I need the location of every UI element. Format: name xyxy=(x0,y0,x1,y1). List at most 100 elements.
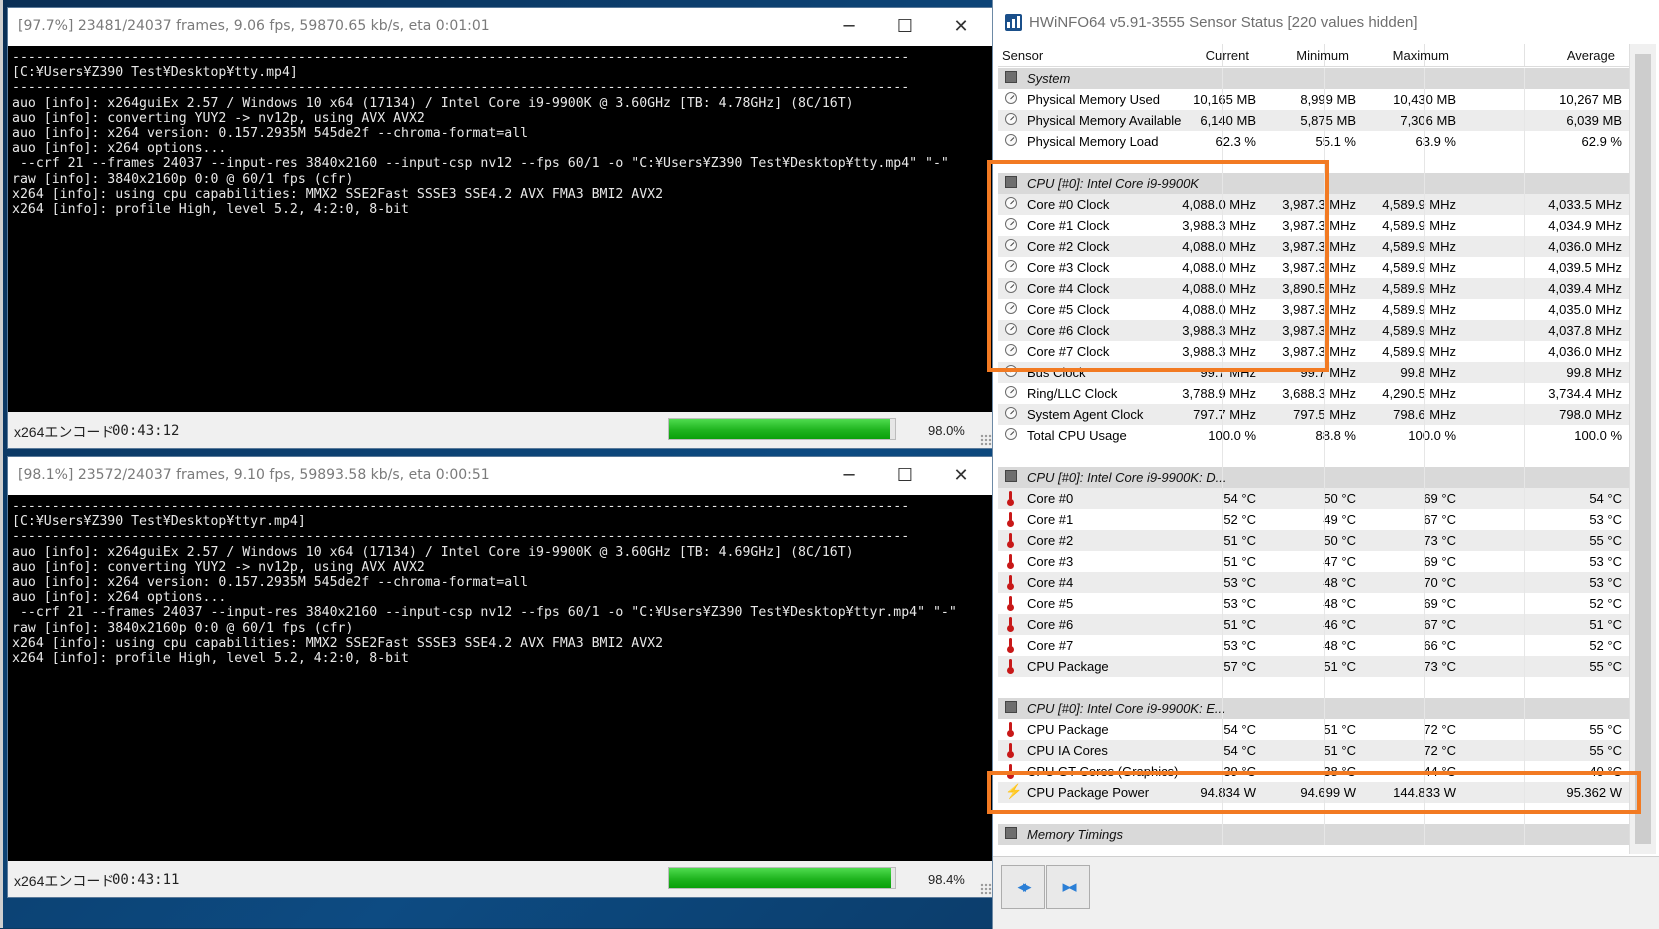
sensor-label: Core #6 Clock xyxy=(1027,323,1110,338)
sensor-row[interactable]: CPU IA Cores 54 °C 51 °C 72 °C 55 °C xyxy=(998,740,1629,761)
thermometer-icon xyxy=(1005,638,1017,653)
sensor-value: 54 °C xyxy=(1589,491,1622,506)
sensor-row[interactable]: Core #3 51 °C 47 °C 69 °C 53 °C xyxy=(998,551,1629,572)
sensor-group-header[interactable]: CPU [#0]: Intel Core i9-9900K: E... xyxy=(998,698,1629,719)
encoder-window-2[interactable]: [98.1%] 23572/24037 frames, 9.10 fps, 59… xyxy=(8,457,994,897)
progress-percent: 98.4% xyxy=(928,872,965,887)
sensor-value: 39 °C xyxy=(1223,764,1256,779)
sensor-value: 40 °C xyxy=(1589,764,1622,779)
sensor-row[interactable]: CPU Package 54 °C 51 °C 72 °C 55 °C xyxy=(998,719,1629,740)
sensor-label: CPU GT Cores (Graphics) xyxy=(1027,764,1179,779)
title-bar[interactable]: [98.1%] 23572/24037 frames, 9.10 fps, 59… xyxy=(8,457,994,495)
sensor-row[interactable]: Core #7 Clock 3,988.3 MHz 3,987.3 MHz 4,589… xyxy=(998,341,1629,362)
hwinfo-window[interactable]: HWiNFO64 v5.91-3555 Sensor Status [220 v… xyxy=(993,0,1659,929)
close-button[interactable]: ✕ xyxy=(938,8,984,46)
sensor-label: Total CPU Usage xyxy=(1027,428,1127,443)
console-line: x264 [info]: using cpu capabilities: MMX… xyxy=(12,635,664,651)
sensor-row[interactable]: Physical Memory Used 10,165 MB 8,999 MB 10,… xyxy=(998,89,1629,110)
sensor-group-header[interactable]: CPU [#0]: Intel Core i9-9900K: D... xyxy=(998,467,1629,488)
sensor-row[interactable]: Physical Memory Available 6,140 MB 5,875 M… xyxy=(998,110,1629,131)
sensor-group-header[interactable]: CPU [#0]: Intel Core i9-9900K xyxy=(998,173,1629,194)
spacer-row xyxy=(998,446,1629,467)
console-output[interactable]: ----------------------------------------… xyxy=(8,46,994,412)
sensor-row[interactable]: Core #0 54 °C 50 °C 69 °C 54 °C xyxy=(998,488,1629,509)
console-line: auo [info]: converting YUY2 -> nv12p, us… xyxy=(12,559,425,575)
sensor-row[interactable]: Physical Memory Load 62.3 % 55.1 % 63.9 % 62… xyxy=(998,131,1629,152)
resize-grip[interactable] xyxy=(980,434,992,446)
sensor-value: 3,988.3 MHz xyxy=(1182,323,1256,338)
col-sensor[interactable]: Sensor xyxy=(1002,48,1043,63)
window-title: [97.7%] 23481/24037 frames, 9.06 fps, 59… xyxy=(18,18,490,34)
sensor-row[interactable]: Core #1 52 °C 49 °C 67 °C 53 °C xyxy=(998,509,1629,530)
next-page-arrows-icon[interactable]: ▸◂ xyxy=(1046,865,1090,909)
maximize-button[interactable]: ☐ xyxy=(882,8,928,46)
sensor-value: 38 °C xyxy=(1323,764,1356,779)
minimize-button[interactable]: ─ xyxy=(826,8,872,46)
title-bar[interactable]: [97.7%] 23481/24037 frames, 9.06 fps, 59… xyxy=(8,8,994,46)
sensor-row[interactable]: Core #2 51 °C 50 °C 73 °C 55 °C xyxy=(998,530,1629,551)
col-average[interactable]: Average xyxy=(1567,48,1615,63)
sensor-value: 3,987.3 MHz xyxy=(1282,260,1356,275)
sensor-label: CPU Package Power xyxy=(1027,785,1150,800)
sensor-row[interactable]: Core #4 53 °C 48 °C 70 °C 53 °C xyxy=(998,572,1629,593)
sensor-value: 3,987.3 MHz xyxy=(1282,302,1356,317)
thermometer-icon xyxy=(1005,596,1017,611)
sensor-row[interactable]: Core #3 Clock 4,088.0 MHz 3,987.3 MHz 4,589… xyxy=(998,257,1629,278)
vertical-scrollbar[interactable] xyxy=(1629,44,1656,854)
resize-grip[interactable] xyxy=(980,883,992,895)
sensor-row[interactable]: Total CPU Usage 100.0 % 88.8 % 100.0 % 100.0… xyxy=(998,425,1629,446)
sensor-row[interactable]: CPU GT Cores (Graphics) 39 °C 38 °C 44 °C 40… xyxy=(998,761,1629,782)
col-minimum[interactable]: Minimum xyxy=(1296,48,1349,63)
sensor-row[interactable]: Ring/LLC Clock 3,788.9 MHz 3,688.3 MHz 4,29… xyxy=(998,383,1629,404)
sensor-value: 94.834 W xyxy=(1200,785,1256,800)
sensor-value: 4,036.0 MHz xyxy=(1548,239,1622,254)
sensor-row[interactable]: Core #2 Clock 4,088.0 MHz 3,987.3 MHz 4,589… xyxy=(998,236,1629,257)
clock-gauge-icon xyxy=(1005,344,1017,356)
prev-page-arrows-icon[interactable]: ◂▸ xyxy=(1001,865,1045,909)
close-button[interactable]: ✕ xyxy=(938,457,984,495)
sensor-row[interactable]: Core #7 53 °C 48 °C 66 °C 52 °C xyxy=(998,635,1629,656)
sensor-group-header[interactable]: System xyxy=(998,68,1629,89)
chip-icon xyxy=(1005,470,1017,482)
sensor-row[interactable]: Core #0 Clock 4,088.0 MHz 3,987.3 MHz 4,589… xyxy=(998,194,1629,215)
minimize-button[interactable]: ─ xyxy=(826,457,872,495)
maximize-button[interactable]: ☐ xyxy=(882,457,928,495)
sensor-row[interactable]: Core #4 Clock 4,088.0 MHz 3,890.5 MHz 4,589… xyxy=(998,278,1629,299)
console-output[interactable]: ----------------------------------------… xyxy=(8,495,994,861)
sensor-row[interactable]: Core #6 Clock 3,988.3 MHz 3,987.3 MHz 4,589… xyxy=(998,320,1629,341)
sensor-row[interactable]: Core #5 53 °C 48 °C 69 °C 52 °C xyxy=(998,593,1629,614)
sensor-row[interactable]: CPU Package 57 °C 51 °C 73 °C 55 °C xyxy=(998,656,1629,677)
sensor-value: 4,589.9 MHz xyxy=(1382,260,1456,275)
scrollbar-thumb[interactable] xyxy=(1635,54,1651,844)
sensor-value: 53 °C xyxy=(1589,575,1622,590)
col-maximum[interactable]: Maximum xyxy=(1393,48,1449,63)
sensor-row[interactable]: ⚡ CPU Package Power 94.834 W 94.699 W 144.83… xyxy=(998,782,1629,803)
sensor-value: 3,688.3 MHz xyxy=(1282,386,1356,401)
sensor-row[interactable]: Core #6 51 °C 46 °C 67 °C 51 °C xyxy=(998,614,1629,635)
sensor-row[interactable]: Core #5 Clock 4,088.0 MHz 3,987.3 MHz 4,589… xyxy=(998,299,1629,320)
sensor-value: 67 °C xyxy=(1423,617,1456,632)
sensor-group-header[interactable]: Memory Timings xyxy=(998,824,1629,845)
progress-fill xyxy=(669,868,891,888)
sensor-value: 48 °C xyxy=(1323,575,1356,590)
sensor-label: Ring/LLC Clock xyxy=(1027,386,1118,401)
sensor-label: Core #5 xyxy=(1027,596,1074,611)
encoder-window-1[interactable]: [97.7%] 23481/24037 frames, 9.06 fps, 59… xyxy=(8,8,994,448)
sensor-value: 3,987.3 MHz xyxy=(1282,344,1356,359)
sensor-value: 4,290.5 MHz xyxy=(1382,386,1456,401)
status-encoder-name: x264エンコード xyxy=(14,424,115,440)
sensor-row[interactable]: Bus Clock 99.7 MHz 99.7 MHz 99.8 MHz 99.8 MH… xyxy=(998,362,1629,383)
sensor-value: 73 °C xyxy=(1423,659,1456,674)
console-line: auo [info]: x264 options... xyxy=(12,590,227,606)
col-current[interactable]: Current xyxy=(1206,48,1249,63)
clock-gauge-icon xyxy=(1005,260,1017,272)
sensor-row[interactable]: System Agent Clock 797.7 MHz 797.5 MHz 798.… xyxy=(998,404,1629,425)
sensor-value: 3,788.9 MHz xyxy=(1182,386,1256,401)
sensor-row[interactable]: Core #1 Clock 3,988.3 MHz 3,987.3 MHz 4,589… xyxy=(998,215,1629,236)
thermometer-icon xyxy=(1005,491,1017,506)
chip-icon xyxy=(1005,176,1017,188)
sensor-value: 3,988.3 MHz xyxy=(1182,344,1256,359)
sensor-value: 51 °C xyxy=(1223,617,1256,632)
title-bar[interactable]: HWiNFO64 v5.91-3555 Sensor Status [220 v… xyxy=(993,0,1659,44)
sensor-value: 10,267 MB xyxy=(1559,92,1622,107)
